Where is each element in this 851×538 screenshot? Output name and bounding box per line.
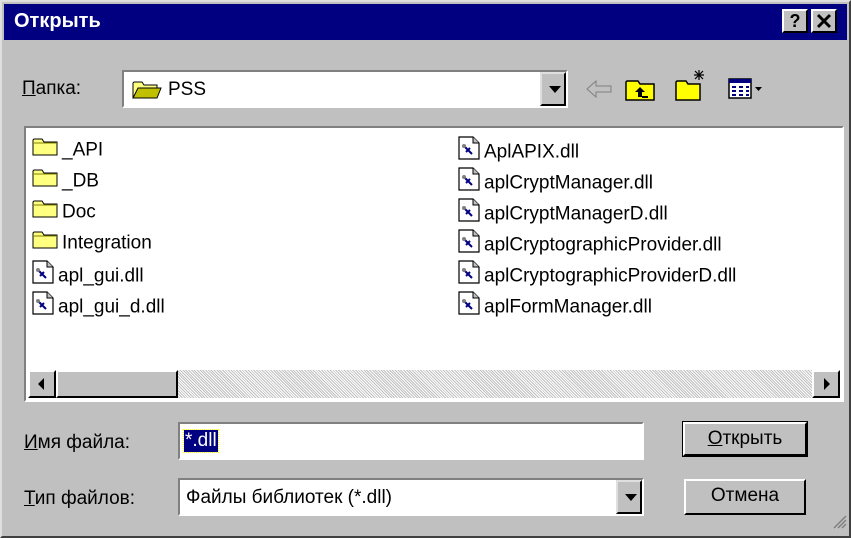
- file-name: Integration: [62, 232, 152, 254]
- filename-value: *.dll: [183, 429, 219, 453]
- scroll-right-button[interactable]: [812, 370, 840, 398]
- file-name: Doc: [62, 201, 96, 223]
- up-folder-icon[interactable]: [624, 76, 656, 107]
- filetype-label: Тип файлов:: [24, 488, 136, 509]
- file-list-item[interactable]: Doc: [32, 198, 96, 226]
- resize-grip-icon[interactable]: [831, 513, 847, 534]
- file-list[interactable]: _API _DB Doc Integration apl_gui.dll apl_gui_…: [24, 126, 844, 402]
- dll-file-icon: [458, 260, 480, 293]
- filetype-value: Файлы библиотек (*.dll): [186, 487, 393, 508]
- file-name: _DB: [62, 170, 99, 192]
- filename-input[interactable]: *.dll: [178, 422, 644, 460]
- horizontal-scrollbar[interactable]: [28, 370, 840, 398]
- file-name: apl_gui.dll: [58, 265, 144, 287]
- title-bar[interactable]: Открыть ?: [4, 4, 847, 40]
- file-name: AplAPIX.dll: [484, 141, 580, 163]
- dll-file-icon: [458, 198, 480, 231]
- file-name: _API: [62, 139, 104, 161]
- dll-file-icon: [458, 229, 480, 262]
- folder-dropdown-button[interactable]: [540, 72, 566, 106]
- file-list-item[interactable]: apl_gui_d.dll: [32, 291, 165, 319]
- dll-file-icon: [458, 136, 480, 169]
- file-list-item[interactable]: aplCryptManager.dll: [458, 167, 653, 195]
- dll-file-icon: [32, 291, 54, 324]
- file-name: aplCryptographicProvider.dll: [484, 234, 722, 256]
- file-name: aplFormManager.dll: [484, 296, 652, 318]
- folder-icon: [32, 198, 58, 227]
- chevron-right-icon: [824, 378, 830, 390]
- close-icon: [816, 13, 832, 29]
- cancel-button[interactable]: Отмена: [684, 479, 806, 515]
- open-button[interactable]: Открыть: [682, 421, 808, 457]
- dll-file-icon: [32, 260, 54, 293]
- file-list-item[interactable]: aplCryptManagerD.dll: [458, 198, 668, 226]
- dll-file-icon: [458, 167, 480, 200]
- dialog-title: Открыть: [14, 10, 101, 32]
- close-button[interactable]: [811, 9, 837, 33]
- open-file-dialog: Открыть ? Папка: PSS _API _DB Doc Integr…: [0, 0, 851, 538]
- folder-label: Папка:: [22, 78, 82, 99]
- file-list-item[interactable]: aplCryptographicProviderD.dll: [458, 260, 736, 288]
- file-list-item[interactable]: Integration: [32, 229, 152, 257]
- view-menu-icon[interactable]: [728, 78, 764, 105]
- folder-icon: [32, 167, 58, 196]
- back-arrow-icon[interactable]: [584, 78, 614, 105]
- filetype-dropdown-button[interactable]: [616, 480, 642, 514]
- help-button[interactable]: ?: [782, 9, 808, 33]
- file-name: apl_gui_d.dll: [58, 296, 165, 318]
- file-list-item[interactable]: aplFormManager.dll: [458, 291, 652, 319]
- folder-combobox[interactable]: PSS: [122, 70, 568, 108]
- file-name: aplCryptManager.dll: [484, 172, 653, 194]
- file-name: aplCryptManagerD.dll: [484, 203, 668, 225]
- file-list-item[interactable]: _DB: [32, 167, 99, 195]
- file-list-item[interactable]: _API: [32, 136, 103, 164]
- chevron-down-icon: [549, 86, 561, 93]
- filetype-combobox[interactable]: Файлы библиотек (*.dll): [178, 478, 644, 516]
- folder-open-icon: [132, 79, 162, 104]
- folder-name: PSS: [168, 79, 207, 100]
- file-list-item[interactable]: AplAPIX.dll: [458, 136, 579, 164]
- file-list-item[interactable]: apl_gui.dll: [32, 260, 144, 288]
- chevron-left-icon: [38, 378, 44, 390]
- scroll-thumb[interactable]: [56, 370, 178, 398]
- dll-file-icon: [458, 291, 480, 324]
- folder-icon: [32, 136, 58, 165]
- folder-icon: [32, 229, 58, 258]
- new-folder-icon[interactable]: [674, 68, 708, 107]
- scroll-left-button[interactable]: [28, 370, 56, 398]
- chevron-down-icon: [625, 494, 637, 501]
- file-list-item[interactable]: aplCryptographicProvider.dll: [458, 229, 722, 257]
- file-name: aplCryptographicProviderD.dll: [484, 265, 737, 287]
- filename-label: Имя файла:: [24, 432, 131, 453]
